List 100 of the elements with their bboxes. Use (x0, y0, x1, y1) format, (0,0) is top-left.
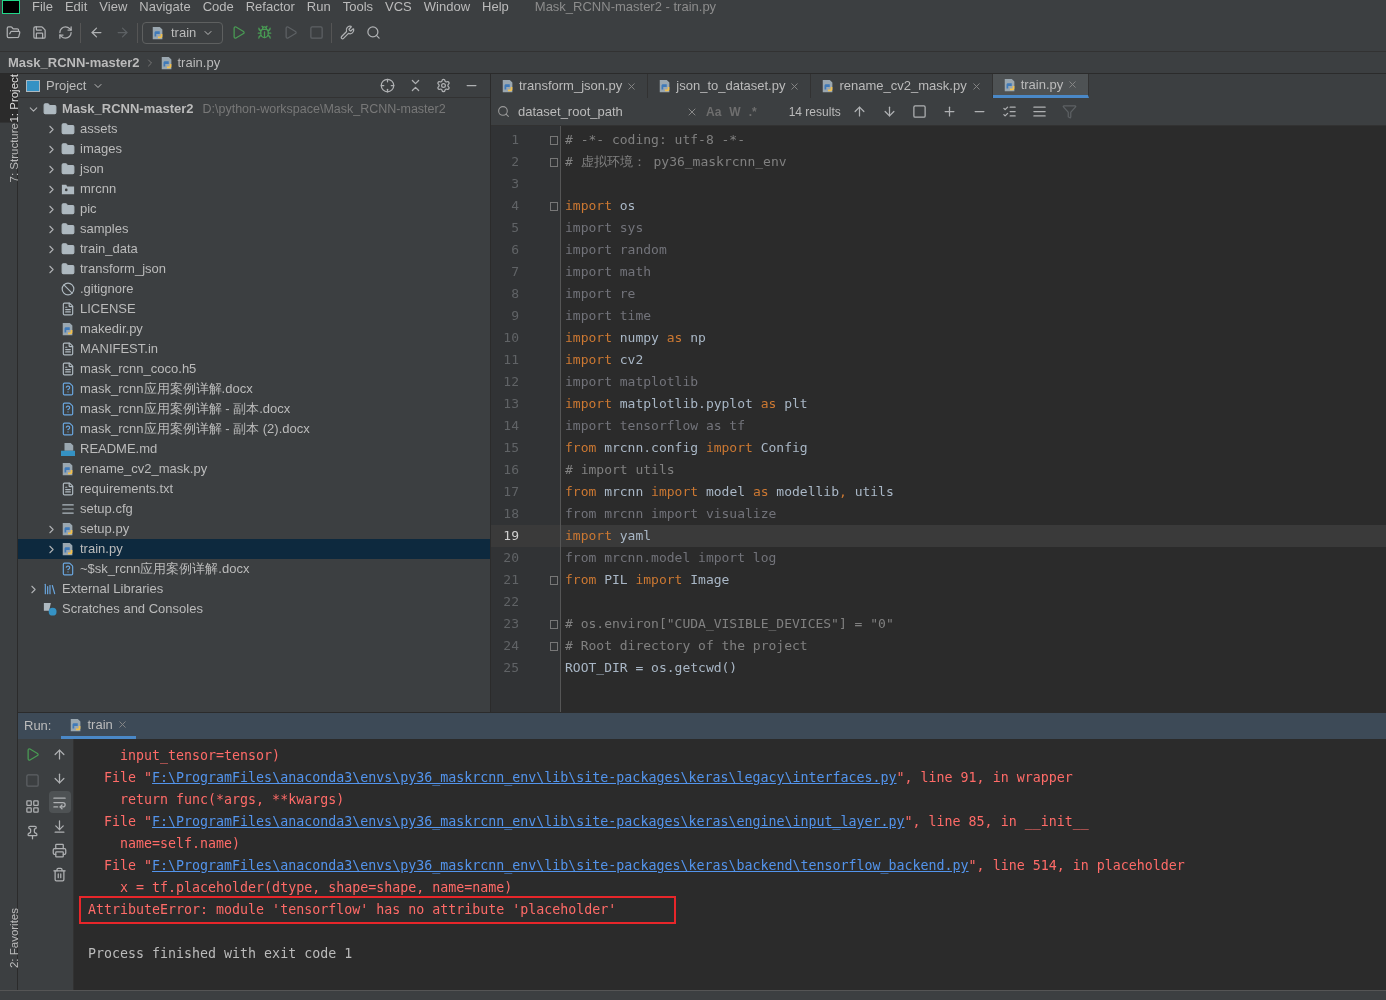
close-icon[interactable] (116, 719, 128, 730)
python-file-icon (1002, 77, 1017, 92)
menu-item[interactable]: Refactor (245, 0, 295, 14)
tree-item[interactable]: mask_rcnn应用案例详解.docx (18, 379, 490, 399)
editor-tab[interactable]: train.py (992, 74, 1090, 98)
soft-wrap-icon[interactable] (48, 791, 71, 813)
menu-item[interactable]: Help (482, 0, 509, 14)
menu-item[interactable]: View (99, 0, 128, 14)
python-file-icon (61, 522, 75, 536)
line-number: 19 (502, 527, 519, 546)
unknown-file-icon (61, 562, 75, 576)
menu-item[interactable]: Run (306, 0, 331, 14)
menu-item[interactable]: Tools (342, 0, 374, 14)
tree-item[interactable]: assets (18, 119, 490, 139)
code-line: import numpy as np (565, 329, 706, 348)
tree-item[interactable]: .gitignore (18, 279, 490, 299)
close-icon[interactable] (789, 80, 801, 92)
tree-item[interactable]: images (18, 139, 490, 159)
python-file-icon (61, 542, 75, 556)
console-line: input_tensor=tensor) (119, 747, 281, 766)
menu-item[interactable]: VCS (385, 0, 412, 14)
breadcrumb-item[interactable]: train.py (177, 52, 221, 73)
tree-item[interactable]: samples (18, 219, 490, 239)
menu-item[interactable]: Edit (64, 0, 88, 14)
tree-item[interactable]: MANIFEST.in (18, 339, 490, 359)
menu-item[interactable]: Code (202, 0, 234, 14)
side-tab[interactable]: 7: Structure (0, 122, 17, 183)
tree-item[interactable]: pic (18, 199, 490, 219)
search-field[interactable]: dataset_root_path (518, 101, 678, 122)
tree-item[interactable]: makedir.py (18, 319, 490, 339)
library-icon (43, 582, 57, 596)
scratch-icon (43, 602, 57, 616)
panel-title[interactable]: Project (46, 75, 87, 96)
folder-icon (43, 102, 57, 116)
fold-marker-icon[interactable] (550, 619, 558, 629)
folder-icon (61, 262, 75, 276)
folder-icon (61, 222, 75, 236)
menu-item[interactable]: File (32, 0, 53, 14)
fold-marker-icon[interactable] (550, 135, 558, 145)
code-line: import random (565, 241, 667, 260)
tree-item[interactable]: transform_json (18, 259, 490, 279)
tree-item[interactable]: Scratches and Consoles (18, 599, 490, 619)
console-line: name=self.name) (119, 835, 241, 854)
folder-icon (61, 202, 75, 216)
app-logo (2, 0, 20, 14)
tree-item[interactable]: setup.cfg (18, 499, 490, 519)
unknown-file-icon (61, 422, 75, 436)
code-line: import time (565, 307, 652, 326)
console-line: File "F:\ProgramFiles\anaconda3\envs\py36_maskrcnn_env\lib\site-packages\keras\backend\tensorflow_backend.py", line 514, in placeholder (103, 857, 1185, 876)
console-line: x = tf.placeholder(dtype, shape=shape, name=name) (119, 879, 513, 898)
code-line: import re (565, 285, 636, 304)
tree-item[interactable]: rename_cv2_mask.py (18, 459, 490, 479)
tree-item[interactable]: External Libraries (18, 579, 490, 599)
unknown-file-icon (61, 382, 75, 396)
python-file-icon (501, 79, 515, 93)
folder-icon (61, 142, 75, 156)
tree-item[interactable]: README.md (18, 439, 490, 459)
tree-item[interactable]: mask_rcnn_coco.h5 (18, 359, 490, 379)
python-file-icon (61, 322, 75, 336)
tree-item[interactable]: mask_rcnn应用案例详解 - 副本 (2).docx (18, 419, 490, 439)
menu-item[interactable]: Window (423, 0, 471, 14)
fold-marker-icon[interactable] (550, 641, 558, 651)
close-icon[interactable] (970, 80, 982, 92)
code-line: # import utils (565, 461, 675, 480)
ignored-file-icon (61, 282, 75, 296)
tree-item[interactable]: json (18, 159, 490, 179)
breadcrumb-item[interactable]: Mask_RCNN-master2 (8, 52, 140, 73)
code-line: # -*- coding: utf-8 -*- (565, 131, 745, 150)
python-file-icon (159, 55, 174, 70)
code-line: import os (565, 197, 636, 216)
package-folder-icon (61, 182, 75, 196)
menu-item[interactable]: Navigate (139, 0, 191, 14)
run-label: Run: (24, 717, 52, 736)
console-line: File "F:\ProgramFiles\anaconda3\envs\py36_maskrcnn_env\lib\site-packages\keras\legacy\interfaces.py", line 91, in wrapper (103, 769, 1073, 788)
tree-item[interactable]: requirements.txt (18, 479, 490, 499)
code-line: ROOT_DIR = os.getcwd() (565, 659, 738, 678)
tree-item[interactable]: ~$sk_rcnn应用案例详解.docx (18, 559, 490, 579)
tree-item[interactable]: train.py (18, 539, 490, 559)
fold-marker-icon[interactable] (550, 157, 558, 167)
run-config-dropdown[interactable]: train (142, 21, 224, 44)
console-line: File "F:\ProgramFiles\anaconda3\envs\py36_maskrcnn_env\lib\site-packages\keras\engine\input_layer.py", line 85, in __init__ (103, 813, 1089, 832)
tree-item[interactable]: mrcnn (18, 179, 490, 199)
console-line: return func(*args, **kwargs) (119, 791, 345, 810)
text-file-icon (61, 482, 75, 496)
side-tab[interactable]: 2: Favorites (0, 907, 17, 968)
config-file-icon (61, 502, 75, 516)
tree-item[interactable]: Mask_RCNN-master2 D:\python-workspace\Mask_RCNN-master2 (18, 99, 490, 119)
tree-item[interactable]: train_data (18, 239, 490, 259)
markdown-file-icon (61, 442, 75, 456)
window-title: Mask_RCNN-master2 - train.py (534, 0, 717, 14)
close-icon[interactable] (626, 80, 638, 92)
tree-item[interactable]: setup.py (18, 519, 490, 539)
code-line: import matplotlib (565, 373, 699, 392)
tree-item[interactable]: mask_rcnn应用案例详解 - 副本.docx (18, 399, 490, 419)
tree-item[interactable]: LICENSE (18, 299, 490, 319)
fold-marker-icon[interactable] (550, 575, 558, 585)
code-line: import cv2 (565, 351, 644, 370)
search-icon[interactable] (497, 105, 510, 118)
code-line: # 虚拟环境： py36_maskrcnn_env (565, 153, 787, 172)
fold-marker-icon[interactable] (550, 201, 558, 211)
